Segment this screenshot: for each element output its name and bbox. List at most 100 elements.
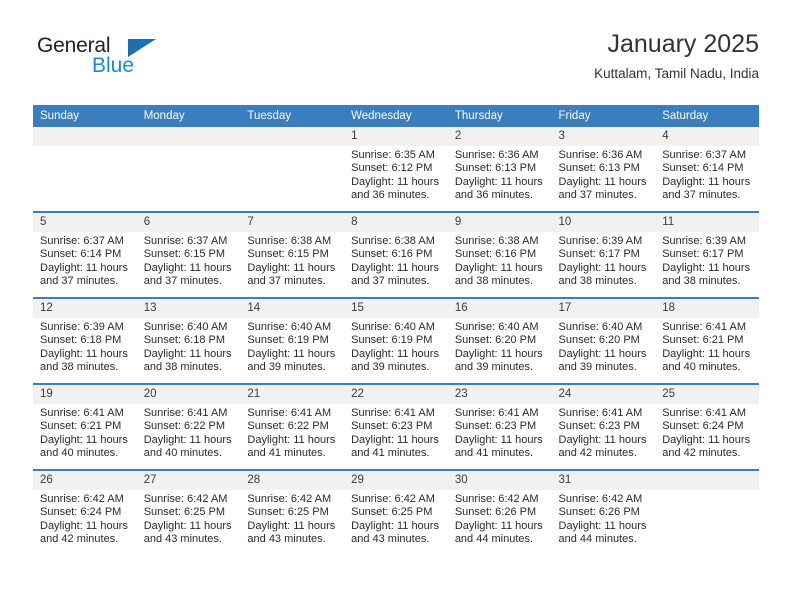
day-cell[interactable]: Sunrise: 6:40 AM Sunset: 6:20 PM Dayligh… xyxy=(447,318,552,384)
sunrise-text: Sunrise: 6:41 AM xyxy=(247,407,332,419)
sunrise-text: Sunrise: 6:42 AM xyxy=(558,493,643,505)
day-cell[interactable] xyxy=(136,146,241,212)
day-cell[interactable] xyxy=(655,490,759,555)
day-cell[interactable]: Sunrise: 6:37 AM Sunset: 6:14 PM Dayligh… xyxy=(33,232,137,298)
day-cell[interactable]: Sunrise: 6:40 AM Sunset: 6:20 PM Dayligh… xyxy=(551,318,656,384)
daylight-text-line2: and 40 minutes. xyxy=(40,447,119,460)
daylight-text-line1: Daylight: 11 hours xyxy=(40,261,128,274)
day-cell[interactable]: Sunrise: 6:35 AM Sunset: 6:12 PM Dayligh… xyxy=(344,146,448,212)
week-row-details: Sunrise: 6:39 AM Sunset: 6:18 PM Dayligh… xyxy=(33,318,759,384)
week-row-daynumbers: 1 2 3 4 xyxy=(33,127,759,146)
weekday-header-row: Sunday Monday Tuesday Wednesday Thursday… xyxy=(33,105,759,127)
day-cell[interactable]: Sunrise: 6:39 AM Sunset: 6:18 PM Dayligh… xyxy=(33,318,137,384)
day-cell[interactable]: Sunrise: 6:39 AM Sunset: 6:17 PM Dayligh… xyxy=(655,232,759,298)
day-number: 26 xyxy=(33,469,137,490)
week-row-details: Sunrise: 6:42 AM Sunset: 6:24 PM Dayligh… xyxy=(33,490,759,555)
day-cell[interactable]: Sunrise: 6:41 AM Sunset: 6:24 PM Dayligh… xyxy=(655,404,759,470)
daylight-text-line1: Daylight: 11 hours xyxy=(247,519,336,532)
daylight-text-line2: and 39 minutes. xyxy=(454,361,534,374)
day-cell[interactable]: Sunrise: 6:40 AM Sunset: 6:19 PM Dayligh… xyxy=(344,318,448,384)
daylight-text-line1: Daylight: 11 hours xyxy=(662,175,751,188)
sunrise-text: Sunrise: 6:41 AM xyxy=(40,407,124,419)
sunrise-text: Sunrise: 6:41 AM xyxy=(351,407,435,419)
day-cell[interactable]: Sunrise: 6:41 AM Sunset: 6:22 PM Dayligh… xyxy=(136,404,241,470)
weekday-header-wednesday: Wednesday xyxy=(344,105,448,127)
day-cell[interactable]: Sunrise: 6:36 AM Sunset: 6:13 PM Dayligh… xyxy=(551,146,656,212)
day-number: 15 xyxy=(344,297,448,318)
day-cell[interactable]: Sunrise: 6:42 AM Sunset: 6:25 PM Dayligh… xyxy=(344,490,448,555)
daylight-text-line2: and 40 minutes. xyxy=(143,447,222,460)
sunrise-text: Sunrise: 6:37 AM xyxy=(662,149,746,161)
day-number: 13 xyxy=(136,297,241,318)
day-cell[interactable] xyxy=(33,146,137,212)
day-number: 20 xyxy=(136,383,241,404)
sunset-text: Sunset: 6:22 PM xyxy=(247,420,329,433)
day-cell[interactable]: Sunrise: 6:42 AM Sunset: 6:26 PM Dayligh… xyxy=(551,490,656,555)
sunrise-text: Sunrise: 6:36 AM xyxy=(454,149,539,161)
daylight-text-line1: Daylight: 11 hours xyxy=(351,433,439,446)
daylight-text-line2: and 38 minutes. xyxy=(454,275,534,288)
day-cell[interactable]: Sunrise: 6:41 AM Sunset: 6:23 PM Dayligh… xyxy=(447,404,552,470)
day-cell[interactable]: Sunrise: 6:37 AM Sunset: 6:15 PM Dayligh… xyxy=(136,232,241,298)
sunrise-text: Sunrise: 6:38 AM xyxy=(351,235,435,247)
sunrise-text: Sunrise: 6:39 AM xyxy=(558,235,643,247)
day-cell[interactable]: Sunrise: 6:37 AM Sunset: 6:14 PM Dayligh… xyxy=(655,146,759,212)
day-number: 18 xyxy=(655,297,759,318)
sunset-text: Sunset: 6:21 PM xyxy=(40,420,122,433)
sunrise-text: Sunrise: 6:35 AM xyxy=(351,149,435,161)
sunrise-text: Sunrise: 6:42 AM xyxy=(247,493,332,505)
day-cell[interactable]: Sunrise: 6:42 AM Sunset: 6:24 PM Dayligh… xyxy=(33,490,137,555)
day-cell[interactable]: Sunrise: 6:40 AM Sunset: 6:18 PM Dayligh… xyxy=(136,318,241,384)
sunset-text: Sunset: 6:24 PM xyxy=(40,506,122,519)
sunset-text: Sunset: 6:15 PM xyxy=(247,248,329,261)
day-cell[interactable]: Sunrise: 6:41 AM Sunset: 6:21 PM Dayligh… xyxy=(33,404,137,470)
daylight-text-line1: Daylight: 11 hours xyxy=(351,519,439,532)
sunset-text: Sunset: 6:12 PM xyxy=(351,162,433,175)
daylight-text-line1: Daylight: 11 hours xyxy=(143,519,232,532)
day-cell[interactable]: Sunrise: 6:39 AM Sunset: 6:17 PM Dayligh… xyxy=(551,232,656,298)
day-cell[interactable]: Sunrise: 6:38 AM Sunset: 6:15 PM Dayligh… xyxy=(240,232,345,298)
day-cell[interactable]: Sunrise: 6:38 AM Sunset: 6:16 PM Dayligh… xyxy=(344,232,448,298)
title-block: January 2025 Kuttalam, Tamil Nadu, India xyxy=(594,28,759,84)
day-number: 19 xyxy=(33,383,137,404)
sunrise-text: Sunrise: 6:39 AM xyxy=(662,235,746,247)
sunrise-text: Sunrise: 6:36 AM xyxy=(558,149,643,161)
sunset-text: Sunset: 6:23 PM xyxy=(558,420,640,433)
day-cell[interactable]: Sunrise: 6:42 AM Sunset: 6:26 PM Dayligh… xyxy=(447,490,552,555)
daylight-text-line2: and 37 minutes. xyxy=(247,275,326,288)
daylight-text-line1: Daylight: 11 hours xyxy=(40,519,128,532)
week-row-daynumbers: 5 6 7 8 9 10 11 xyxy=(33,211,759,232)
day-cell[interactable]: Sunrise: 6:36 AM Sunset: 6:13 PM Dayligh… xyxy=(447,146,552,212)
sunset-text: Sunset: 6:18 PM xyxy=(40,334,122,347)
daylight-text-line2: and 38 minutes. xyxy=(558,275,637,288)
sunrise-text: Sunrise: 6:42 AM xyxy=(454,493,539,505)
day-number: 4 xyxy=(655,127,759,146)
daylight-text-line2: and 42 minutes. xyxy=(662,447,741,460)
day-number xyxy=(655,469,759,490)
day-cell[interactable]: Sunrise: 6:38 AM Sunset: 6:16 PM Dayligh… xyxy=(447,232,552,298)
sunrise-text: Sunrise: 6:37 AM xyxy=(143,235,228,247)
day-cell[interactable] xyxy=(240,146,345,212)
day-cell[interactable]: Sunrise: 6:41 AM Sunset: 6:23 PM Dayligh… xyxy=(551,404,656,470)
weekday-header-monday: Monday xyxy=(136,105,241,127)
daylight-text-line2: and 44 minutes. xyxy=(454,533,534,546)
sunset-text: Sunset: 6:14 PM xyxy=(662,162,744,175)
sunset-text: Sunset: 6:15 PM xyxy=(143,248,226,261)
day-cell[interactable]: Sunrise: 6:42 AM Sunset: 6:25 PM Dayligh… xyxy=(240,490,345,555)
weekday-header-sunday: Sunday xyxy=(33,105,137,127)
daylight-text-line1: Daylight: 11 hours xyxy=(558,175,647,188)
sunrise-text: Sunrise: 6:40 AM xyxy=(558,321,643,333)
day-cell[interactable]: Sunrise: 6:41 AM Sunset: 6:21 PM Dayligh… xyxy=(655,318,759,384)
day-cell[interactable]: Sunrise: 6:40 AM Sunset: 6:19 PM Dayligh… xyxy=(240,318,345,384)
weekday-header-tuesday: Tuesday xyxy=(240,105,345,127)
day-number: 7 xyxy=(240,211,345,232)
week-row-daynumbers: 12 13 14 15 16 17 18 xyxy=(33,297,759,318)
sunset-text: Sunset: 6:19 PM xyxy=(247,334,329,347)
daylight-text-line2: and 42 minutes. xyxy=(40,533,119,546)
day-cell[interactable]: Sunrise: 6:41 AM Sunset: 6:23 PM Dayligh… xyxy=(344,404,448,470)
day-number: 14 xyxy=(240,297,345,318)
daylight-text-line1: Daylight: 11 hours xyxy=(558,519,647,532)
day-number: 17 xyxy=(551,297,656,318)
day-cell[interactable]: Sunrise: 6:41 AM Sunset: 6:22 PM Dayligh… xyxy=(240,404,345,470)
day-cell[interactable]: Sunrise: 6:42 AM Sunset: 6:25 PM Dayligh… xyxy=(136,490,241,555)
